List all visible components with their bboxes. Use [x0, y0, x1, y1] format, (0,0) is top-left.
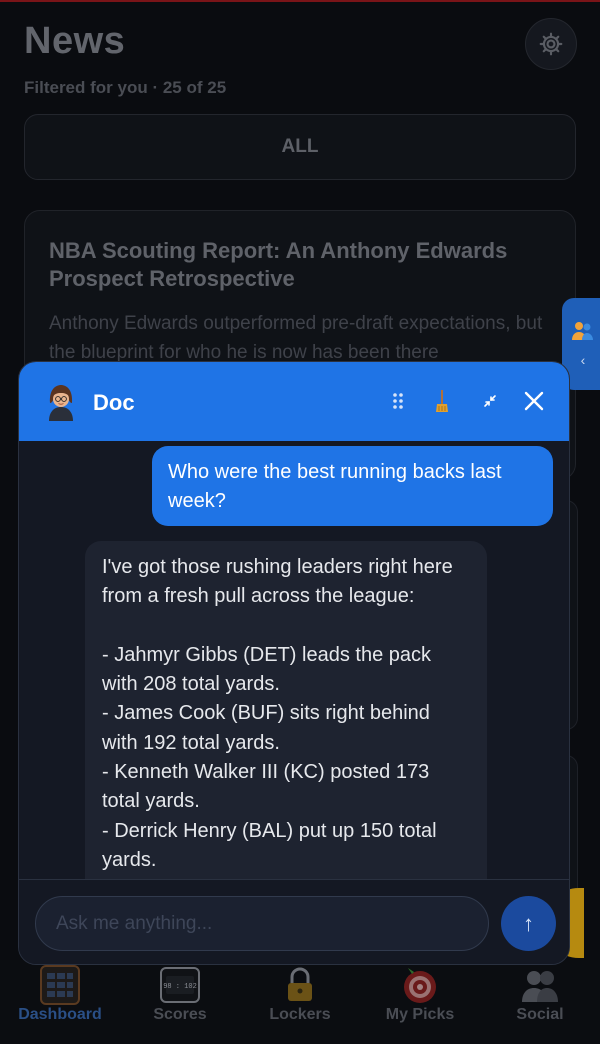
close-icon [524, 391, 544, 411]
chat-panel: Doc Who were the best running backs last… [18, 361, 570, 965]
drag-handle-button[interactable] [381, 384, 415, 418]
user-message: Who were the best running backs last wee… [152, 446, 553, 526]
scoreboard-text: 98 : 102 [163, 983, 197, 991]
nav-item-my-picks[interactable]: My Picks [360, 960, 480, 1044]
drag-handle-icon [393, 393, 403, 409]
lock-icon [288, 967, 312, 1001]
broom-icon [436, 390, 448, 412]
chevron-left-icon: ‹ [580, 352, 586, 368]
nav-label-social: Social [516, 1006, 564, 1023]
clear-chat-button[interactable] [425, 384, 459, 418]
assistant-avatar [49, 385, 73, 421]
chat-input[interactable] [35, 896, 489, 951]
page-title: News [24, 20, 126, 62]
nav-item-dashboard[interactable]: Dashboard [0, 960, 120, 1044]
send-button[interactable]: ↑ [501, 896, 556, 951]
chat-composer: ↑ [19, 879, 569, 964]
bottom-navigation: Dashboard 98 : 102 Scores Lockers My Pic… [0, 960, 600, 1044]
message-list[interactable]: Who were the best running backs last wee… [19, 441, 569, 879]
collapse-button[interactable] [473, 384, 507, 418]
settings-button[interactable] [525, 18, 577, 70]
news-card-title: NBA Scouting Report: An Anthony Edwards … [49, 238, 508, 291]
filter-summary: Filtered for you · 25 of 25 [24, 78, 227, 97]
scoreboard-icon: 98 : 102 [160, 967, 200, 1003]
news-card-snippet: Anthony Edwards outperformed pre-draft e… [49, 313, 543, 363]
assistant-message: I've got those rushing leaders right her… [85, 541, 487, 879]
chat-header: Doc [19, 362, 569, 441]
up-arrow-icon: ↑ [523, 910, 534, 936]
nav-item-lockers[interactable]: Lockers [240, 960, 360, 1044]
gear-icon [539, 32, 563, 56]
dashboard-icon [40, 965, 80, 1005]
assistant-name: Doc [93, 390, 135, 415]
nav-label-dashboard: Dashboard [18, 1006, 102, 1023]
nav-label-my-picks: My Picks [385, 1006, 455, 1023]
people-icon [572, 322, 593, 340]
close-button[interactable] [517, 384, 551, 418]
nav-item-social[interactable]: Social [480, 960, 600, 1044]
nav-label-lockers: Lockers [269, 1006, 331, 1023]
collapse-icon [484, 395, 496, 407]
nav-item-scores[interactable]: 98 : 102 Scores [120, 960, 240, 1044]
filter-all-button[interactable]: ALL [24, 114, 576, 180]
nav-label-scores: Scores [153, 1006, 207, 1023]
people-icon [522, 971, 558, 1002]
target-icon [404, 968, 436, 1003]
